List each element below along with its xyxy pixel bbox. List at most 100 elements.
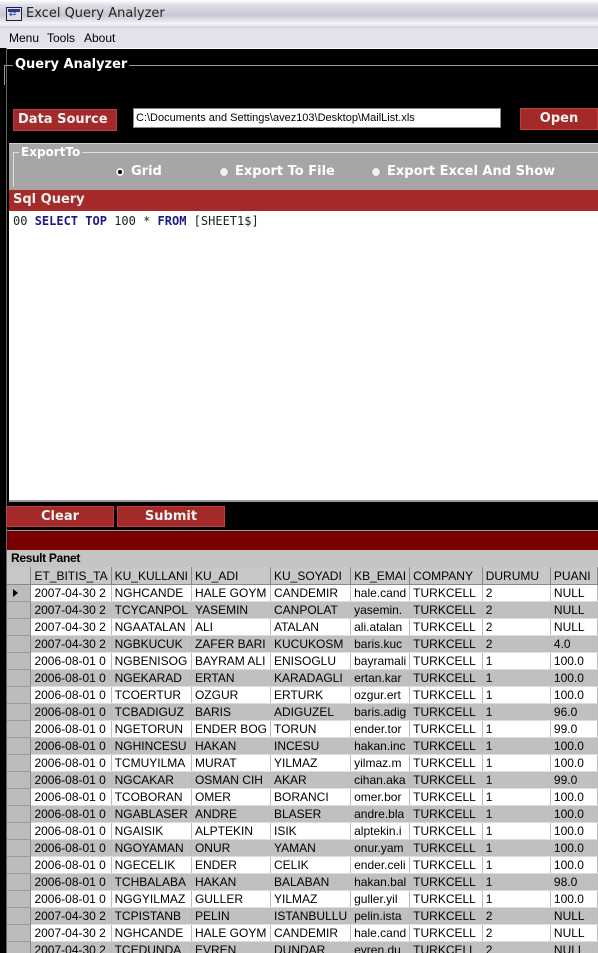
row-selector[interactable]	[7, 737, 32, 755]
grid-cell[interactable]: 2006-08-01 0	[30, 873, 112, 891]
grid-cell[interactable]: baris.adig	[350, 703, 411, 721]
table-row[interactable]: 2007-04-30 2 NGHCANDE HALE GOYM CANDEMIR hal…	[7, 924, 598, 942]
grid-cell[interactable]: 98.0	[550, 873, 598, 891]
table-row[interactable]: 2006-08-01 0 TCMUYILMA MURAT YILMAZ yilmaz.m…	[7, 754, 598, 772]
grid-cell[interactable]: 4.0	[550, 635, 598, 653]
grid-cell[interactable]: TURKCELL	[409, 788, 483, 806]
grid-cell[interactable]: 100.0	[550, 822, 598, 840]
grid-cell[interactable]: 1	[482, 890, 551, 908]
grid-cell[interactable]: 1	[482, 652, 551, 670]
column-header[interactable]: ET_BITIS_TA	[30, 567, 112, 585]
grid-cell[interactable]: 2006-08-01 0	[30, 805, 112, 823]
row-selector[interactable]	[7, 907, 32, 925]
grid-cell[interactable]: OSMAN CIH	[191, 771, 271, 789]
table-row[interactable]: 2007-04-30 2 NGBKUCUK ZAFER BARI KUCUKOSM ba…	[7, 635, 598, 653]
grid-cell[interactable]: NGHINCESU	[111, 737, 192, 755]
row-selector[interactable]	[7, 635, 32, 653]
grid-cell[interactable]: NGHCANDE	[111, 584, 192, 602]
grid-cell[interactable]: ender.tor	[350, 720, 411, 738]
grid-cell[interactable]: NULL	[550, 618, 598, 636]
grid-cell[interactable]: 100.0	[550, 652, 598, 670]
grid-cell[interactable]: 1	[482, 754, 551, 772]
grid-cell[interactable]: TCHBALABA	[111, 873, 192, 891]
grid-cell[interactable]: ISTANBULLU	[270, 907, 352, 925]
grid-cell[interactable]: CANPOLAT	[270, 601, 352, 619]
grid-cell[interactable]: 2007-04-30 2	[30, 941, 112, 953]
table-row[interactable]: 2006-08-01 0 NGCAKAR OSMAN CIH AKAR cihan.ak…	[7, 771, 598, 789]
grid-cell[interactable]: omer.bor	[350, 788, 411, 806]
sql-query-editor[interactable]: 00 SELECT TOP 100 * FROM [SHEET1$]	[9, 211, 598, 502]
grid-cell[interactable]: 2007-04-30 2	[30, 924, 112, 942]
grid-cell[interactable]: NGOYAMAN	[111, 839, 192, 857]
grid-cell[interactable]: 2007-04-30 2	[30, 618, 112, 636]
grid-cell[interactable]: TURKCELL	[409, 635, 483, 653]
grid-cell[interactable]: 2	[482, 618, 551, 636]
grid-cell[interactable]: TURKCELL	[409, 720, 483, 738]
grid-cell[interactable]: NGAATALAN	[111, 618, 192, 636]
row-selector[interactable]	[7, 686, 32, 704]
table-row[interactable]: 2007-04-30 2 TCYCANPOL YASEMIN CANPOLAT yase…	[7, 601, 598, 619]
table-row[interactable]: 2006-08-01 0 NGGYILMAZ GULLER YILMAZ guller.…	[7, 890, 598, 908]
column-header[interactable]: PUANI	[550, 567, 598, 585]
grid-cell[interactable]: 2006-08-01 0	[30, 652, 112, 670]
grid-cell[interactable]: NULL	[550, 924, 598, 942]
grid-cell[interactable]: cihan.aka	[350, 771, 411, 789]
grid-cell[interactable]: NGCAKAR	[111, 771, 192, 789]
grid-cell[interactable]: DUNDAR	[270, 941, 352, 953]
row-selector[interactable]	[7, 839, 32, 857]
grid-cell[interactable]: 2	[482, 941, 551, 953]
radio-export-excel-and-show[interactable]: Export Excel And Show	[371, 164, 555, 179]
grid-cell[interactable]: 2	[482, 924, 551, 942]
grid-cell[interactable]: TURKCELL	[409, 703, 483, 721]
result-grid[interactable]: ET_BITIS_TA KU_KULLANI KU_ADI KU_SOYADI …	[7, 567, 598, 953]
column-header[interactable]: KU_ADI	[191, 567, 271, 585]
grid-cell[interactable]: guller.yil	[350, 890, 411, 908]
grid-cell[interactable]: BAYRAM ALI	[191, 652, 271, 670]
grid-cell[interactable]: 1	[482, 805, 551, 823]
grid-cell[interactable]: 1	[482, 703, 551, 721]
grid-cell[interactable]: 1	[482, 788, 551, 806]
grid-cell[interactable]: ALPTEKIN	[191, 822, 271, 840]
grid-cell[interactable]: TURKCELL	[409, 805, 483, 823]
grid-cell[interactable]: 2006-08-01 0	[30, 703, 112, 721]
row-selector[interactable]	[7, 822, 32, 840]
grid-cell[interactable]: ADIGUZEL	[270, 703, 352, 721]
grid-cell[interactable]: 2006-08-01 0	[30, 890, 112, 908]
grid-cell[interactable]: 2006-08-01 0	[30, 720, 112, 738]
grid-cell[interactable]: TURKCELL	[409, 856, 483, 874]
grid-cell[interactable]: NULL	[550, 584, 598, 602]
grid-cell[interactable]: NGECELIK	[111, 856, 192, 874]
grid-cell[interactable]: 100.0	[550, 839, 598, 857]
row-selector[interactable]	[7, 890, 32, 908]
grid-cell[interactable]: alptekin.i	[350, 822, 411, 840]
grid-cell[interactable]: HALE GOYM	[191, 584, 271, 602]
menu-item-menu[interactable]: Menu	[9, 31, 39, 45]
submit-button[interactable]: Submit	[117, 506, 225, 527]
grid-cell[interactable]: EVREN	[191, 941, 271, 953]
grid-cell[interactable]: andre.bla	[350, 805, 411, 823]
grid-cell[interactable]: 1	[482, 720, 551, 738]
table-row[interactable]: 2006-08-01 0 NGHINCESU HAKAN INCESU hakan.in…	[7, 737, 598, 755]
grid-cell[interactable]: 100.0	[550, 788, 598, 806]
grid-cell[interactable]: YILMAZ	[270, 890, 352, 908]
row-selector[interactable]	[7, 805, 32, 823]
grid-cell[interactable]: YILMAZ	[270, 754, 352, 772]
grid-cell[interactable]: 1	[482, 686, 551, 704]
grid-cell[interactable]: 1	[482, 771, 551, 789]
grid-cell[interactable]: TURKCELL	[409, 941, 483, 953]
table-row[interactable]: 2006-08-01 0 TCBADIGUZ BARIS ADIGUZEL baris.…	[7, 703, 598, 721]
grid-cell[interactable]: 2006-08-01 0	[30, 839, 112, 857]
grid-cell[interactable]: CELIK	[270, 856, 352, 874]
row-selector[interactable]	[7, 584, 32, 602]
grid-cell[interactable]: TURKCELL	[409, 839, 483, 857]
grid-cell[interactable]: ANDRE	[191, 805, 271, 823]
grid-cell[interactable]: ERTAN	[191, 669, 271, 687]
grid-cell[interactable]: 100.0	[550, 686, 598, 704]
grid-cell[interactable]: 2	[482, 635, 551, 653]
table-row[interactable]: 2007-04-30 2 NGAATALAN ALI ATALAN ali.atalan…	[7, 618, 598, 636]
grid-cell[interactable]: TURKCELL	[409, 907, 483, 925]
grid-cell[interactable]: NULL	[550, 941, 598, 953]
row-selector[interactable]	[7, 873, 32, 891]
grid-cell[interactable]: YAMAN	[270, 839, 352, 857]
grid-cell[interactable]: BARIS	[191, 703, 271, 721]
